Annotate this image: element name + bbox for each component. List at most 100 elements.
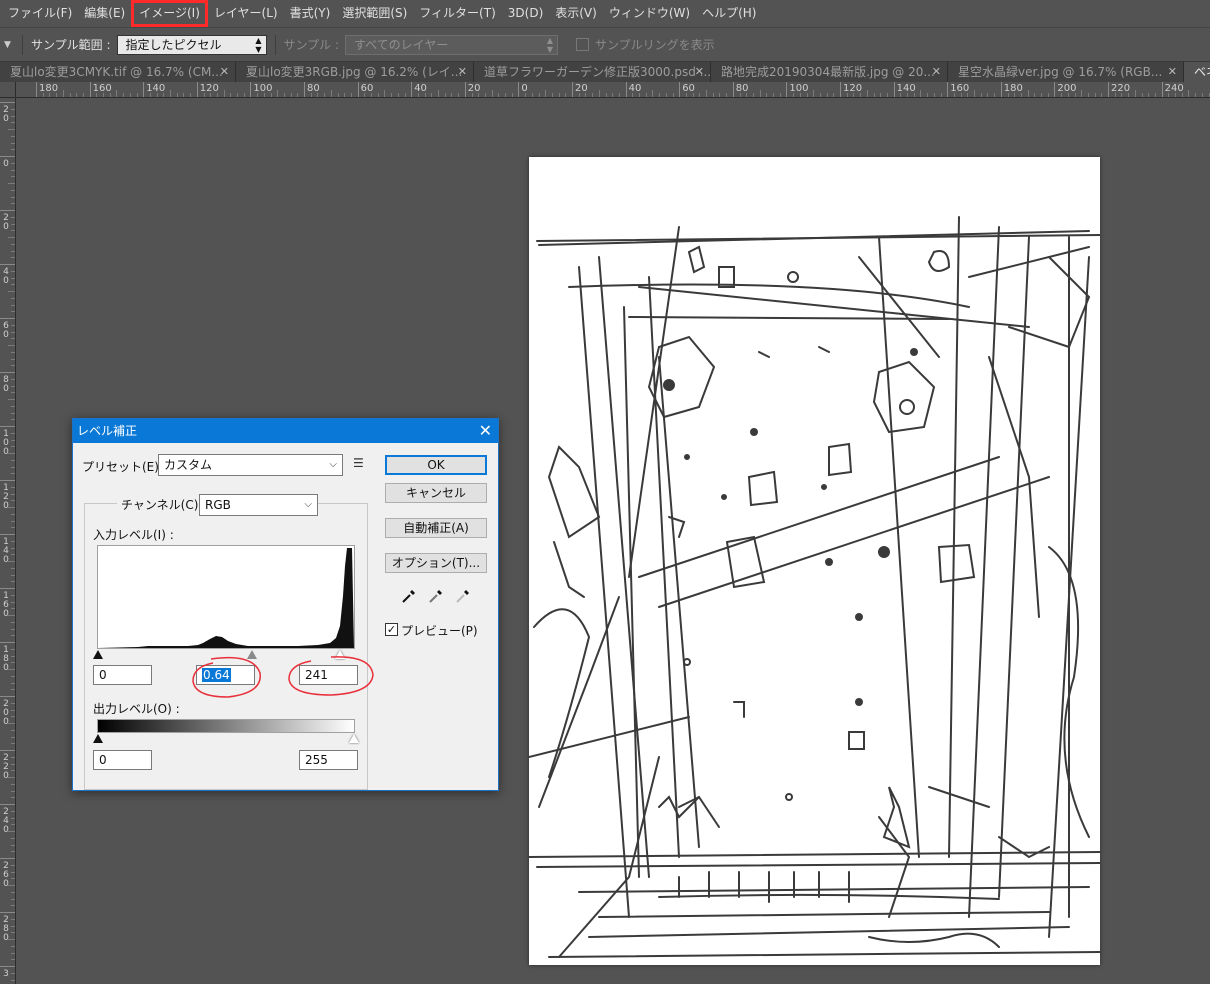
- preview-checkbox[interactable]: ✓: [385, 623, 398, 636]
- ruler-tick: [779, 93, 781, 97]
- histogram: [97, 545, 355, 649]
- tab-label: 道草フラワーガーデン修正版3000.psd ...: [484, 65, 711, 79]
- input-white-field[interactable]: 241: [299, 665, 358, 685]
- ruler-label: 0: [3, 222, 9, 232]
- sample-layers-value: すべてのレイヤー: [354, 37, 449, 52]
- close-icon[interactable]: ✕: [932, 62, 941, 82]
- ruler-tick: [886, 93, 888, 97]
- ruler-tick: [900, 93, 902, 97]
- input-white-slider[interactable]: [335, 650, 345, 659]
- ruler-tick: [270, 93, 272, 97]
- white-eyedropper-icon[interactable]: [455, 588, 471, 604]
- ruler-tick: [11, 243, 15, 245]
- menu-item[interactable]: 編集(E): [78, 0, 131, 27]
- cancel-button[interactable]: キャンセル: [385, 483, 487, 503]
- menu-item[interactable]: 書式(Y): [284, 0, 337, 27]
- show-sampling-ring-checkbox[interactable]: [576, 38, 589, 51]
- input-black-slider[interactable]: [93, 650, 103, 659]
- ruler-tick: [11, 385, 15, 387]
- document-tab[interactable]: ベネツ: [1184, 62, 1210, 82]
- tab-label: 路地完成20190304最新版.jpg @ 20...: [721, 65, 935, 79]
- ruler-tick: [190, 93, 192, 97]
- ruler-tick: [1081, 90, 1083, 97]
- menu-item[interactable]: 3D(D): [502, 0, 549, 27]
- ruler-tick: [712, 93, 714, 97]
- ruler-tick: [880, 93, 882, 97]
- ruler-tick: [0, 588, 15, 589]
- ruler-tick: [11, 176, 15, 178]
- channel-select[interactable]: RGB ⌵: [199, 494, 318, 516]
- close-icon[interactable]: ✕: [458, 62, 467, 82]
- document-tab[interactable]: 夏山lo変更3CMYK.tif @ 16.7% (CM... ✕: [0, 62, 236, 82]
- ruler-tick: [11, 230, 15, 232]
- ruler-tick: [11, 905, 15, 907]
- ruler-tick: [11, 331, 15, 333]
- menu-item[interactable]: レイヤー(L): [208, 0, 284, 27]
- ruler-tick: [665, 93, 667, 97]
- document-tab[interactable]: 夏山lo変更3RGB.jpg @ 16.2% (レイ... ✕: [236, 62, 474, 82]
- tool-preset-arrow-icon[interactable]: ▼: [0, 40, 14, 50]
- ruler-tick: [11, 169, 15, 171]
- sample-range-select[interactable]: 指定したピクセル ▲ ▼: [116, 34, 267, 55]
- options-button[interactable]: オプション(T)...: [385, 553, 487, 573]
- chevron-down-icon: ⌵: [304, 499, 312, 510]
- ruler-tick: [109, 93, 111, 97]
- ruler-tick: [819, 93, 821, 97]
- close-icon[interactable]: ✕: [220, 62, 229, 82]
- ruler-tick: [1101, 93, 1103, 97]
- auto-button[interactable]: 自動補正(A): [385, 518, 487, 538]
- input-black-field[interactable]: 0: [93, 665, 152, 685]
- ruler-tick: [1188, 90, 1190, 97]
- output-white-slider[interactable]: [349, 734, 359, 743]
- document-tab[interactable]: 路地完成20190304最新版.jpg @ 20... ✕: [711, 62, 948, 82]
- preset-options-icon[interactable]: ☰: [353, 456, 364, 470]
- sample-layers-select[interactable]: すべてのレイヤー ▲ ▼: [345, 34, 558, 55]
- ruler-tick: [11, 817, 15, 819]
- menu-item[interactable]: ウィンドウ(W): [603, 0, 696, 27]
- menu-item[interactable]: ファイル(F): [2, 0, 78, 27]
- ruler-tick: [11, 466, 15, 468]
- ruler-tick: [766, 93, 768, 97]
- ruler-tick: [974, 90, 975, 97]
- ruler-tick: [0, 750, 15, 751]
- ruler-tick: [11, 810, 15, 812]
- ruler-tick: [11, 365, 15, 367]
- menu-item[interactable]: イメージ(I): [131, 0, 208, 27]
- preset-select[interactable]: カスタム ⌵: [158, 454, 343, 476]
- ruler-tick: [732, 82, 734, 97]
- ruler-tick: [11, 419, 15, 421]
- document-tab[interactable]: 道草フラワーガーデン修正版3000.psd ... ✕: [474, 62, 711, 82]
- output-black-field[interactable]: 0: [93, 750, 152, 770]
- ruler-tick: [1074, 93, 1076, 97]
- ruler-tick: [404, 93, 406, 97]
- menu-item[interactable]: フィルター(T): [413, 0, 501, 27]
- ruler-tick: [324, 93, 326, 97]
- output-black-slider[interactable]: [93, 734, 103, 743]
- close-icon[interactable]: ✕: [479, 419, 492, 443]
- input-gamma-field[interactable]: 0.64: [196, 665, 255, 685]
- ruler-tick: [11, 601, 15, 603]
- menu-item[interactable]: ヘルプ(H): [696, 0, 762, 27]
- gray-eyedropper-icon[interactable]: [428, 588, 444, 604]
- horizontal-ruler[interactable]: 180 160 140 120 100 80 60 40 20 0 20 40 60 80 100 120 14…: [16, 82, 1210, 98]
- ruler-tick: [692, 93, 694, 97]
- ruler-tick: [786, 82, 788, 97]
- ok-button[interactable]: OK: [385, 455, 487, 475]
- ruler-tick: [451, 93, 453, 97]
- document-canvas[interactable]: [529, 157, 1100, 965]
- input-gamma-slider[interactable]: [247, 650, 257, 659]
- vertical-ruler[interactable]: 2002040608010012014016018020022024026028…: [0, 98, 16, 984]
- ruler-tick: [685, 93, 687, 97]
- ruler-tick: [11, 655, 15, 657]
- black-eyedropper-icon[interactable]: [401, 588, 417, 604]
- ruler-tick: [277, 90, 279, 97]
- ruler-tick: [11, 871, 15, 873]
- document-tab[interactable]: 星空水晶緑ver.jpg @ 16.7% (RGB... ✕: [948, 62, 1184, 82]
- output-white-field[interactable]: 255: [299, 750, 358, 770]
- menu-item[interactable]: 選択範囲(S): [336, 0, 413, 27]
- dialog-titlebar[interactable]: レベル補正 ✕: [73, 419, 498, 443]
- close-icon[interactable]: ✕: [695, 62, 704, 82]
- close-icon[interactable]: ✕: [1168, 62, 1177, 82]
- document-tab-bar: 夏山lo変更3CMYK.tif @ 16.7% (CM... ✕ 夏山lo変更3RG…: [0, 62, 1210, 82]
- menu-item[interactable]: 表示(V): [549, 0, 603, 27]
